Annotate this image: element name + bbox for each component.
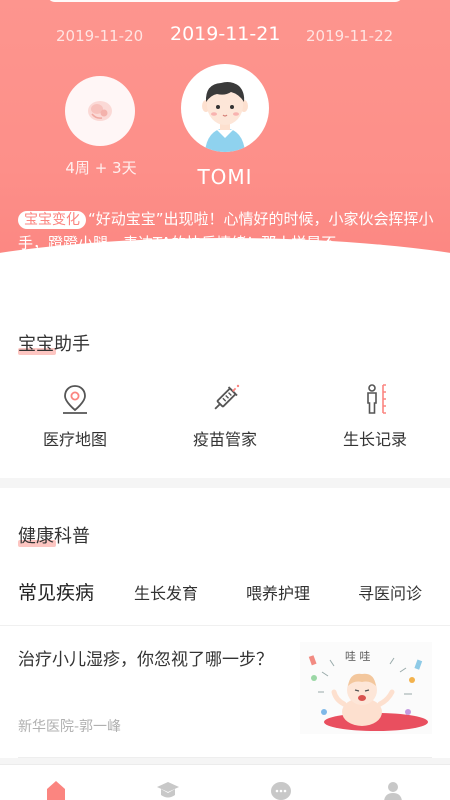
medical-map-label: 医疗地图 (42, 430, 107, 449)
tab-growth-development[interactable]: 生长发育 (134, 580, 198, 604)
date-prev[interactable]: 2019-11-20 (56, 27, 143, 45)
fetus-icon[interactable] (65, 76, 135, 146)
date-selector: 2019-11-20 2019-11-21 2019-11-22 (0, 23, 450, 53)
vaccine-manager-label: 疫苗管家 (192, 430, 257, 449)
nav-home[interactable] (41, 779, 71, 800)
baby-avatar[interactable] (181, 64, 269, 152)
nav-messages[interactable] (266, 779, 296, 800)
health-science-card: 健康科普 常见疾病 生长发育 喂养护理 寻医问诊 治疗小儿湿疹，你忽视了哪一步？… (0, 488, 450, 758)
home-icon (47, 781, 65, 800)
tab-medical-consult[interactable]: 寻医问诊 (358, 580, 422, 604)
thumbnail-text: 哇 哇 (345, 650, 371, 663)
article-item[interactable]: 治疗小儿湿疹，你忽视了哪一步？ 新华医院-郭一峰 哇 哇 (0, 625, 450, 758)
health-category-tabs: 常见疾病 生长发育 喂养护理 寻医问诊 (0, 568, 450, 608)
nav-knowledge[interactable] (153, 779, 183, 800)
assistant-section-title: 宝宝助手 (18, 334, 90, 355)
baby-change-badge: 宝宝变化 (18, 211, 86, 229)
location-pin-icon (63, 385, 87, 414)
baby-change-summary[interactable]: 宝宝变化 “好动宝宝”出现啦！心情好的时候，小家伙会挥挥小手，蹬蹬小腿，表达TA的… (18, 207, 434, 255)
pregnancy-week-label: 4周 + 3天 (65, 159, 137, 177)
graduation-cap-icon (157, 782, 179, 798)
date-next[interactable]: 2019-11-22 (306, 27, 393, 45)
tab-feeding-care[interactable]: 喂养护理 (246, 580, 310, 604)
article-source: 新华医院-郭一峰 (18, 719, 122, 735)
person-icon (384, 782, 402, 800)
baby-assistant-card: 宝宝助手 医疗地图 疫苗管家 生长记录 (0, 282, 450, 478)
bottom-navigation (0, 764, 450, 800)
growth-record-label: 生长记录 (342, 430, 407, 449)
vaccine-manager-button[interactable]: 疫苗管家 (165, 382, 285, 450)
growth-record-button[interactable]: 生长记录 (315, 382, 435, 450)
medical-map-button[interactable]: 医疗地图 (15, 382, 135, 450)
health-section-title: 健康科普 (18, 526, 90, 547)
top-scroll-hint (47, 0, 403, 2)
baby-name: TOMI (197, 165, 253, 189)
baby-header: 2019-11-20 2019-11-21 2019-11-22 4周 + 3天 (0, 0, 450, 282)
article-thumbnail: 哇 哇 (300, 642, 432, 734)
article-title: 治疗小儿湿疹，你忽视了哪一步？ (18, 650, 273, 670)
divider (18, 757, 432, 758)
syringe-icon (214, 384, 240, 410)
tab-common-diseases[interactable]: 常见疾病 (18, 578, 94, 605)
nav-profile[interactable] (378, 779, 408, 800)
date-current: 2019-11-21 (170, 23, 281, 45)
height-ruler-icon (367, 384, 386, 414)
chat-bubble-icon (271, 782, 291, 800)
